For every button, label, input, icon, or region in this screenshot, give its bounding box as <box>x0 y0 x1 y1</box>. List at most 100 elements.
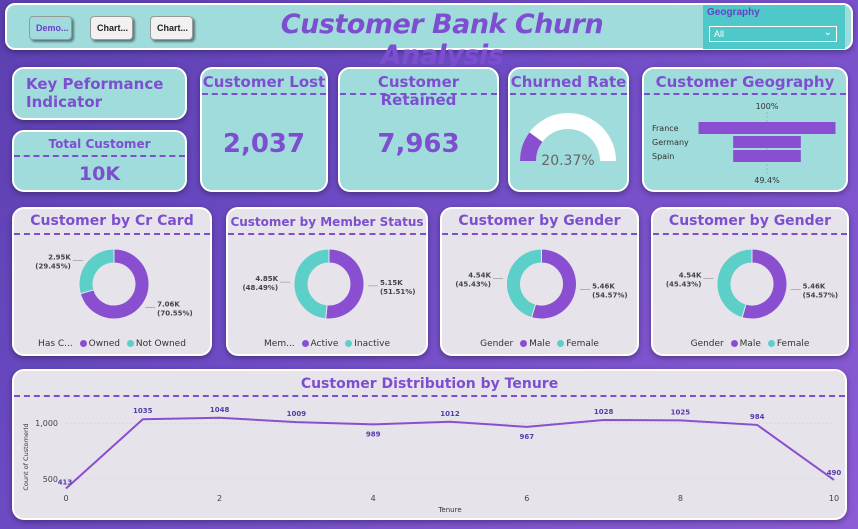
x-tick-label: 0 <box>63 494 68 503</box>
customer-geography-card: Customer Geography 100% France Germany Spai… <box>642 67 848 192</box>
tenure-data-label: 967 <box>519 433 534 441</box>
donut-data-label: 7.06K (70.55%) <box>157 300 193 317</box>
funnel-bar-france <box>698 122 836 134</box>
member-status-legend: Mem... Active Inactive <box>228 339 426 349</box>
legend-title: Gender <box>690 339 724 349</box>
geography-slicer-label: Geography <box>707 7 760 18</box>
tenure-data-label: 1009 <box>287 410 307 418</box>
churned-rate-label: Churned Rate <box>510 73 627 91</box>
y-tick-label: 1,000 <box>35 419 58 428</box>
cr-card-chart-title: Customer by Cr Card <box>30 213 194 229</box>
donut-slice-active <box>325 248 365 320</box>
member-status-chart-card: Customer by Member Status 5.15K (51.51%) 4… <box>226 207 428 356</box>
cr-card-legend: Has C... Owned Not Owned <box>14 339 210 349</box>
legend-label-male: Male <box>529 339 551 349</box>
geography-dropdown-value: All <box>714 29 725 39</box>
x-tick-label: 10 <box>829 494 839 503</box>
donut-data-label: 4.85K (48.49%) <box>242 275 278 292</box>
chart-button-1[interactable]: Chart... <box>90 16 133 40</box>
customer-lost-label: Customer Lost <box>202 73 326 91</box>
chevron-down-icon: ⌄ <box>823 27 832 38</box>
legend-label-active: Active <box>310 339 339 349</box>
gender-chart-card-1: Customer by Gender 5.46K (54.57%) 4.54K (45… <box>440 207 639 356</box>
geography-funnel-chart: 100% France Germany Spain 49.4% <box>652 102 836 185</box>
legend-swatch <box>520 340 528 347</box>
legend-title: Gender <box>480 339 514 349</box>
gender-legend-2: Gender Male Female <box>653 339 847 349</box>
total-customer-card: Total Customer 10K <box>12 130 187 192</box>
tenure-series-line <box>65 416 835 490</box>
tenure-data-label: 1012 <box>440 410 460 418</box>
donut-data-label: 5.15K (51.51%) <box>380 279 416 296</box>
tenure-chart-card: Customer Distribution by Tenure 500 1,000… <box>12 369 847 520</box>
divider <box>442 233 637 235</box>
tenure-data-label: 1048 <box>210 406 230 414</box>
funnel-label-spain: Spain <box>652 152 674 161</box>
churned-rate-card: Churned Rate 20.37% <box>508 67 629 192</box>
legend-swatch <box>79 340 87 347</box>
x-axis-label: Tenure <box>437 506 461 514</box>
legend-swatch <box>301 340 309 347</box>
divider <box>340 93 497 95</box>
gender-donut-chart-1: 5.46K (54.57%) 4.54K (45.43%) <box>455 248 628 320</box>
divider <box>14 233 210 235</box>
legend-swatch <box>126 340 134 347</box>
cr-card-donut-chart: 7.06K (70.55%) 2.95K (29.45%) <box>35 248 193 320</box>
x-tick-label: 8 <box>678 494 683 503</box>
donut-data-label: 4.54K (45.43%) <box>455 271 491 288</box>
tenure-data-label: 989 <box>366 430 381 438</box>
legend-title: Mem... <box>264 339 295 349</box>
customer-lost-card: Customer Lost 2,037 <box>200 67 328 192</box>
donut-slice-inactive <box>293 248 330 320</box>
legend-label-owned: Owned <box>88 339 121 349</box>
tenure-data-label: 413 <box>58 479 73 487</box>
divider <box>202 93 326 95</box>
legend-label-not-owned: Not Owned <box>135 339 186 349</box>
divider <box>653 233 847 235</box>
tenure-data-label: 1025 <box>671 408 691 416</box>
funnel-label-france: France <box>652 124 679 133</box>
legend-label-inactive: Inactive <box>354 339 390 349</box>
tenure-chart-title: Customer Distribution by Tenure <box>300 376 559 392</box>
cr-card-chart-card: Customer by Cr Card 7.06K (70.55%) 2.95K (2… <box>12 207 212 356</box>
chart-button-2[interactable]: Chart... <box>150 16 193 40</box>
geography-slicer[interactable]: Geography All ⌄ <box>703 5 845 49</box>
legend-swatch <box>557 340 565 347</box>
geography-dropdown[interactable]: All ⌄ <box>709 26 837 42</box>
legend-label-female: Female <box>566 339 599 349</box>
page-title: Customer Bank Churn Analysis <box>280 9 604 71</box>
tenure-data-label: 1028 <box>594 408 614 416</box>
customer-retained-label: Customer Retained <box>377 73 460 109</box>
member-status-donut-chart: 5.15K (51.51%) 4.85K (48.49%) <box>242 248 416 320</box>
divider <box>14 395 845 397</box>
legend-label-female: Female <box>776 339 810 349</box>
donut-slice-not-owned <box>78 248 115 295</box>
x-tick-label: 6 <box>524 494 529 503</box>
geography-chart-title: Customer Geography <box>655 73 835 91</box>
total-customer-value: 10K <box>78 163 121 185</box>
member-status-chart-title: Customer by Member Status <box>230 215 424 229</box>
customer-retained-card: Customer Retained 7,963 <box>338 67 499 192</box>
x-tick-label: 4 <box>371 494 376 503</box>
tenure-line-chart: 500 1,000 0 2 4 6 8 10 Tenure Count of CustomerId… <box>22 406 841 514</box>
y-axis-label: Count of CustomerId <box>22 423 30 490</box>
customer-retained-value: 7,963 <box>377 129 460 159</box>
header-bar: Demo... Chart... Chart... Customer Bank … <box>5 3 853 71</box>
gender-chart-title-1: Customer by Gender <box>458 213 621 229</box>
funnel-bottom-label: 49.4% <box>754 176 780 185</box>
funnel-bar-spain <box>733 150 801 162</box>
kpi-indicator-title: Key Peformance Indicator <box>26 75 164 111</box>
total-customer-label: Total Customer <box>48 137 151 151</box>
divider <box>228 233 426 235</box>
churned-rate-gauge: 20.37% <box>520 113 616 169</box>
funnel-label-germany: Germany <box>652 138 689 147</box>
funnel-bar-germany <box>733 136 801 148</box>
legend-title: Has C... <box>38 339 73 349</box>
donut-data-label: 4.54K (45.43%) <box>666 271 702 288</box>
funnel-top-label: 100% <box>756 102 779 111</box>
divider <box>14 155 185 157</box>
tenure-data-label: 984 <box>750 413 765 421</box>
donut-data-label: 5.46K (54.57%) <box>803 283 839 300</box>
tenure-data-label: 1035 <box>133 407 153 415</box>
demo-button[interactable]: Demo... <box>29 16 72 40</box>
